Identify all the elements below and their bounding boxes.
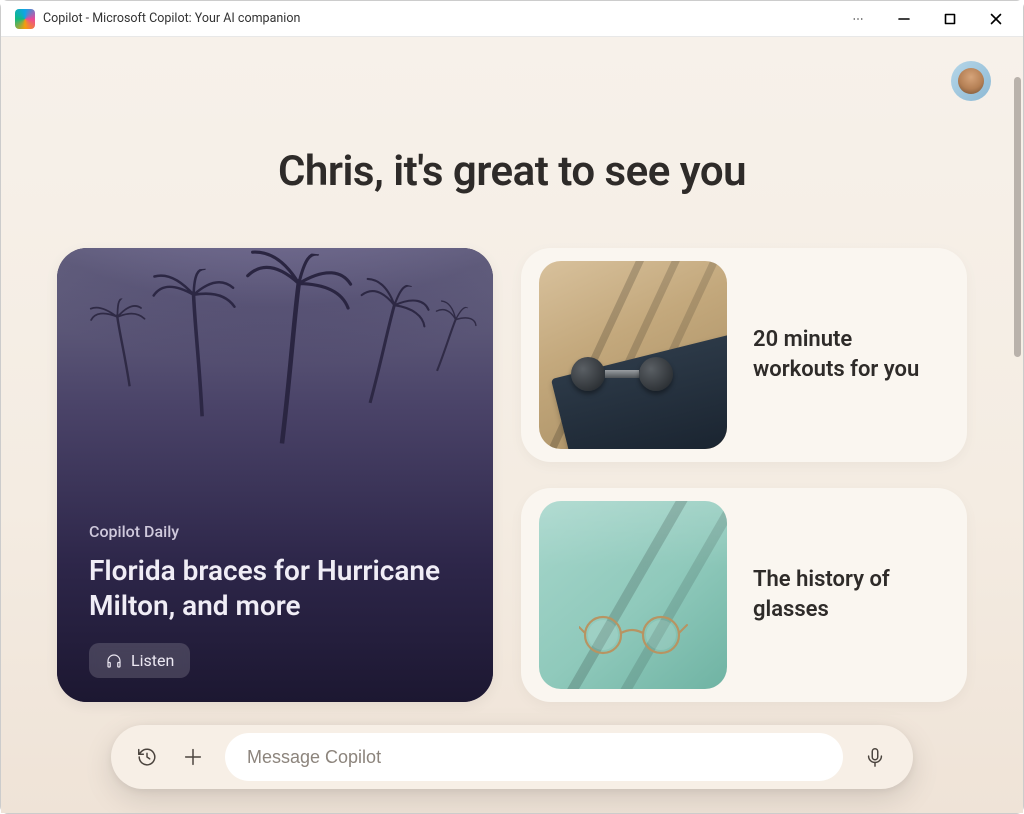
window-title: Copilot - Microsoft Copilot: Your AI com… bbox=[43, 11, 300, 26]
copilot-logo-icon bbox=[15, 9, 35, 29]
history-button[interactable] bbox=[127, 737, 167, 777]
greeting-heading: Chris, it's great to see you bbox=[1, 147, 1023, 196]
app-body: Chris, it's great to see you bbox=[1, 37, 1023, 813]
suggestion-title: 20 minute workouts for you bbox=[753, 325, 949, 384]
message-input[interactable] bbox=[247, 747, 821, 768]
add-button[interactable] bbox=[173, 737, 213, 777]
daily-eyebrow: Copilot Daily bbox=[89, 522, 461, 541]
maximize-button[interactable] bbox=[927, 1, 973, 37]
minimize-button[interactable] bbox=[881, 1, 927, 37]
minimize-icon bbox=[898, 13, 910, 25]
glasses-image bbox=[539, 501, 727, 689]
avatar-image bbox=[958, 68, 984, 94]
daily-content: Copilot Daily Florida braces for Hurrica… bbox=[89, 522, 461, 678]
eyeglasses-icon bbox=[579, 611, 689, 659]
microphone-button[interactable] bbox=[855, 737, 895, 777]
suggestions-column: 20 minute workouts for you The history o… bbox=[521, 248, 967, 702]
suggestion-title: The history of glasses bbox=[753, 565, 949, 624]
profile-avatar[interactable] bbox=[951, 61, 991, 101]
ellipsis-icon bbox=[852, 13, 864, 25]
palm-trees-art bbox=[57, 248, 493, 468]
listen-button[interactable]: Listen bbox=[89, 643, 190, 678]
daily-headline: Florida braces for Hurricane Milton, and… bbox=[89, 553, 461, 623]
maximize-icon bbox=[944, 13, 956, 25]
history-icon bbox=[136, 746, 158, 768]
composer-wrap bbox=[1, 725, 1023, 789]
plus-icon bbox=[182, 746, 204, 768]
scrollbar[interactable] bbox=[1014, 77, 1021, 357]
more-button[interactable] bbox=[835, 1, 881, 37]
copilot-daily-card[interactable]: Copilot Daily Florida braces for Hurrica… bbox=[57, 248, 493, 702]
workout-image bbox=[539, 261, 727, 449]
close-button[interactable] bbox=[973, 1, 1019, 37]
listen-label: Listen bbox=[131, 651, 174, 670]
microphone-icon bbox=[864, 746, 886, 768]
suggestion-card-workouts[interactable]: 20 minute workouts for you bbox=[521, 248, 967, 462]
cards-row: Copilot Daily Florida braces for Hurrica… bbox=[57, 248, 967, 702]
headphones-icon bbox=[105, 652, 123, 670]
message-input-container bbox=[225, 733, 843, 781]
composer bbox=[111, 725, 913, 789]
titlebar: Copilot - Microsoft Copilot: Your AI com… bbox=[1, 1, 1023, 37]
close-icon bbox=[990, 13, 1002, 25]
suggestion-card-glasses[interactable]: The history of glasses bbox=[521, 488, 967, 702]
